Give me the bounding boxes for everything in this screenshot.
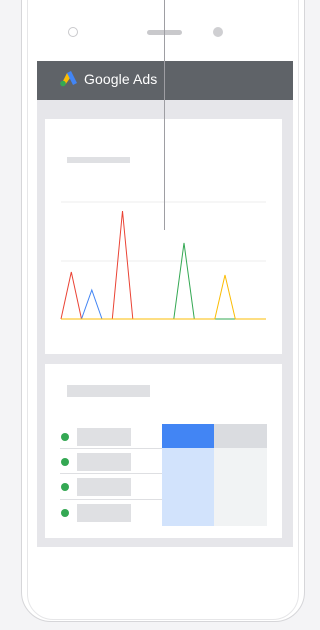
table-column-header-selected[interactable] <box>162 424 214 448</box>
table-row-label-placeholder[interactable] <box>77 453 131 471</box>
chart-series-line-blue <box>61 288 266 320</box>
pointer-line <box>164 0 165 230</box>
table-column-body <box>214 448 267 526</box>
row-status-dot <box>61 509 69 517</box>
table-row-label-placeholder[interactable] <box>77 478 131 496</box>
table-row-divider <box>60 448 164 449</box>
table-row-label-placeholder[interactable] <box>77 504 131 522</box>
table-column-header[interactable] <box>214 424 267 448</box>
table-row-label-placeholder[interactable] <box>77 428 131 446</box>
row-status-dot <box>61 458 69 466</box>
row-status-dot <box>61 483 69 491</box>
table-row-divider <box>60 473 164 474</box>
table-column-body-selected <box>162 448 214 526</box>
table-title-placeholder <box>67 385 150 397</box>
row-status-dot <box>61 433 69 441</box>
chart-series-line-green <box>61 242 266 320</box>
chart-series-line-yellow <box>61 274 266 320</box>
table-row-divider <box>60 499 164 500</box>
